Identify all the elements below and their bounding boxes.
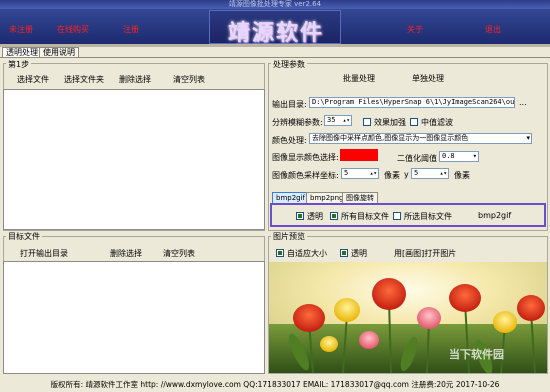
buy-online-link[interactable]: 在线购买 xyxy=(57,24,89,35)
spin-arrows-icon[interactable]: ▴▾ xyxy=(370,169,377,178)
clear-list-button[interactable]: 清空列表 xyxy=(173,74,205,85)
blur-param-label: 分辨模糊参数: xyxy=(272,118,323,127)
bmp2gif-convert-button[interactable]: bmp2gif xyxy=(478,211,511,220)
window-title: 靖源图像批处理专家 ver2.64 xyxy=(0,0,550,9)
unregistered-link[interactable]: 未注册 xyxy=(9,24,33,35)
display-color-swatch[interactable] xyxy=(340,149,378,161)
preview-transparent-label: 透明 xyxy=(351,249,367,258)
gif-transparent-checkbox[interactable] xyxy=(296,212,304,220)
preview-transparent-checkbox[interactable] xyxy=(340,249,348,257)
sample-coord-label: 图像颜色采样坐标: x xyxy=(272,171,346,180)
median-filter-checkbox[interactable] xyxy=(410,118,418,126)
delete-selection-button[interactable]: 删除选择 xyxy=(119,74,151,85)
footer-copyright: 版权所有: 靖源软件工作室 http: //www.dxmylove.com Q… xyxy=(50,380,500,389)
select-folder-button[interactable]: 选择文件夹 xyxy=(64,74,104,85)
browse-button[interactable]: ... xyxy=(519,98,527,107)
gif-transparent-label: 透明 xyxy=(307,212,323,221)
target-clear-list-button[interactable]: 清空列表 xyxy=(163,248,195,259)
effect-enhance-checkbox[interactable] xyxy=(363,118,371,126)
preview-watermark: 当下软件园 xyxy=(449,348,504,361)
binarize-value: 0.8 xyxy=(442,152,455,160)
pixel-x-label: 像素 xyxy=(384,171,400,180)
selected-targets-checkbox[interactable] xyxy=(393,212,401,220)
blur-param-value: 35 xyxy=(327,116,336,124)
sample-y-value: 5 xyxy=(414,169,419,177)
logo-text: 靖源软件 xyxy=(227,20,324,46)
sample-y-stepper[interactable]: 5 ▴▾ xyxy=(411,168,449,179)
preview-title: 图片预览 xyxy=(271,231,307,242)
median-filter-label: 中值滤波 xyxy=(421,118,453,127)
register-link[interactable]: 注册 xyxy=(123,24,139,35)
banner-divider xyxy=(0,44,550,47)
color-proc-label: 颜色处理: xyxy=(272,136,307,145)
step1-title: 第1步 xyxy=(6,59,32,70)
auto-fit-label: 自适应大小 xyxy=(287,249,327,258)
pixel-y-label: 像素 xyxy=(454,171,470,180)
source-file-list[interactable] xyxy=(3,89,265,230)
spin-arrows-icon[interactable]: ▴▾ xyxy=(440,169,447,178)
about-link[interactable]: 关于 xyxy=(407,24,423,35)
chevron-down-icon[interactable]: ▾ xyxy=(473,152,477,161)
subtab-rotate[interactable]: 图像旋转 xyxy=(342,192,378,203)
chevron-down-icon[interactable]: ▾ xyxy=(526,134,530,143)
effect-enhance-label: 效果加强 xyxy=(374,118,406,127)
binarize-label: 二值化阈值 xyxy=(397,154,437,163)
all-targets-label: 所有目标文件 xyxy=(341,212,389,221)
open-output-dir-button[interactable]: 打开输出目录 xyxy=(20,248,68,259)
binarize-select[interactable]: 0.8 ▾ xyxy=(439,151,479,162)
logo: 靖源软件 xyxy=(209,10,341,46)
auto-fit-checkbox[interactable] xyxy=(276,249,284,257)
sample-x-stepper[interactable]: 5 ▴▾ xyxy=(341,168,379,179)
blur-param-stepper[interactable]: 35 ▴▾ xyxy=(324,115,352,126)
all-targets-checkbox[interactable] xyxy=(330,212,338,220)
color-proc-select[interactable]: 去除图像中采样点颜色,图像显示为一图像显示颜色 ▾ xyxy=(309,133,532,144)
output-dir-field[interactable]: D:\Program Files\HyperSnap 6\1\JyImageSc… xyxy=(309,97,515,108)
display-color-label: 图像显示颜色选择: xyxy=(272,153,339,162)
open-with-paint-button[interactable]: 用[画图]打开图片 xyxy=(394,248,456,259)
target-files-title: 目标文件 xyxy=(6,231,42,242)
color-proc-value: 去除图像中采样点颜色,图像显示为一图像显示颜色 xyxy=(312,134,469,142)
batch-mode-button[interactable]: 批量处理 xyxy=(343,73,375,84)
tulip-photo xyxy=(269,262,547,373)
y-label: y xyxy=(404,170,409,179)
target-delete-selection-button[interactable]: 删除选择 xyxy=(110,248,142,259)
selected-targets-label: 所选目标文件 xyxy=(404,212,452,221)
subtab-bmp2gif[interactable]: bmp2gif xyxy=(272,192,310,203)
spin-arrows-icon[interactable]: ▴▾ xyxy=(343,116,350,125)
params-title: 处理参数 xyxy=(271,59,307,70)
sample-x-value: 5 xyxy=(344,169,349,177)
target-file-list[interactable] xyxy=(3,261,265,374)
exit-link[interactable]: 退出 xyxy=(485,24,501,35)
single-mode-button[interactable]: 单独处理 xyxy=(412,73,444,84)
tab-divider xyxy=(0,57,550,58)
output-dir-label: 输出目录: xyxy=(272,100,307,109)
preview-image: 当下软件园 xyxy=(269,262,547,373)
select-file-button[interactable]: 选择文件 xyxy=(17,74,49,85)
